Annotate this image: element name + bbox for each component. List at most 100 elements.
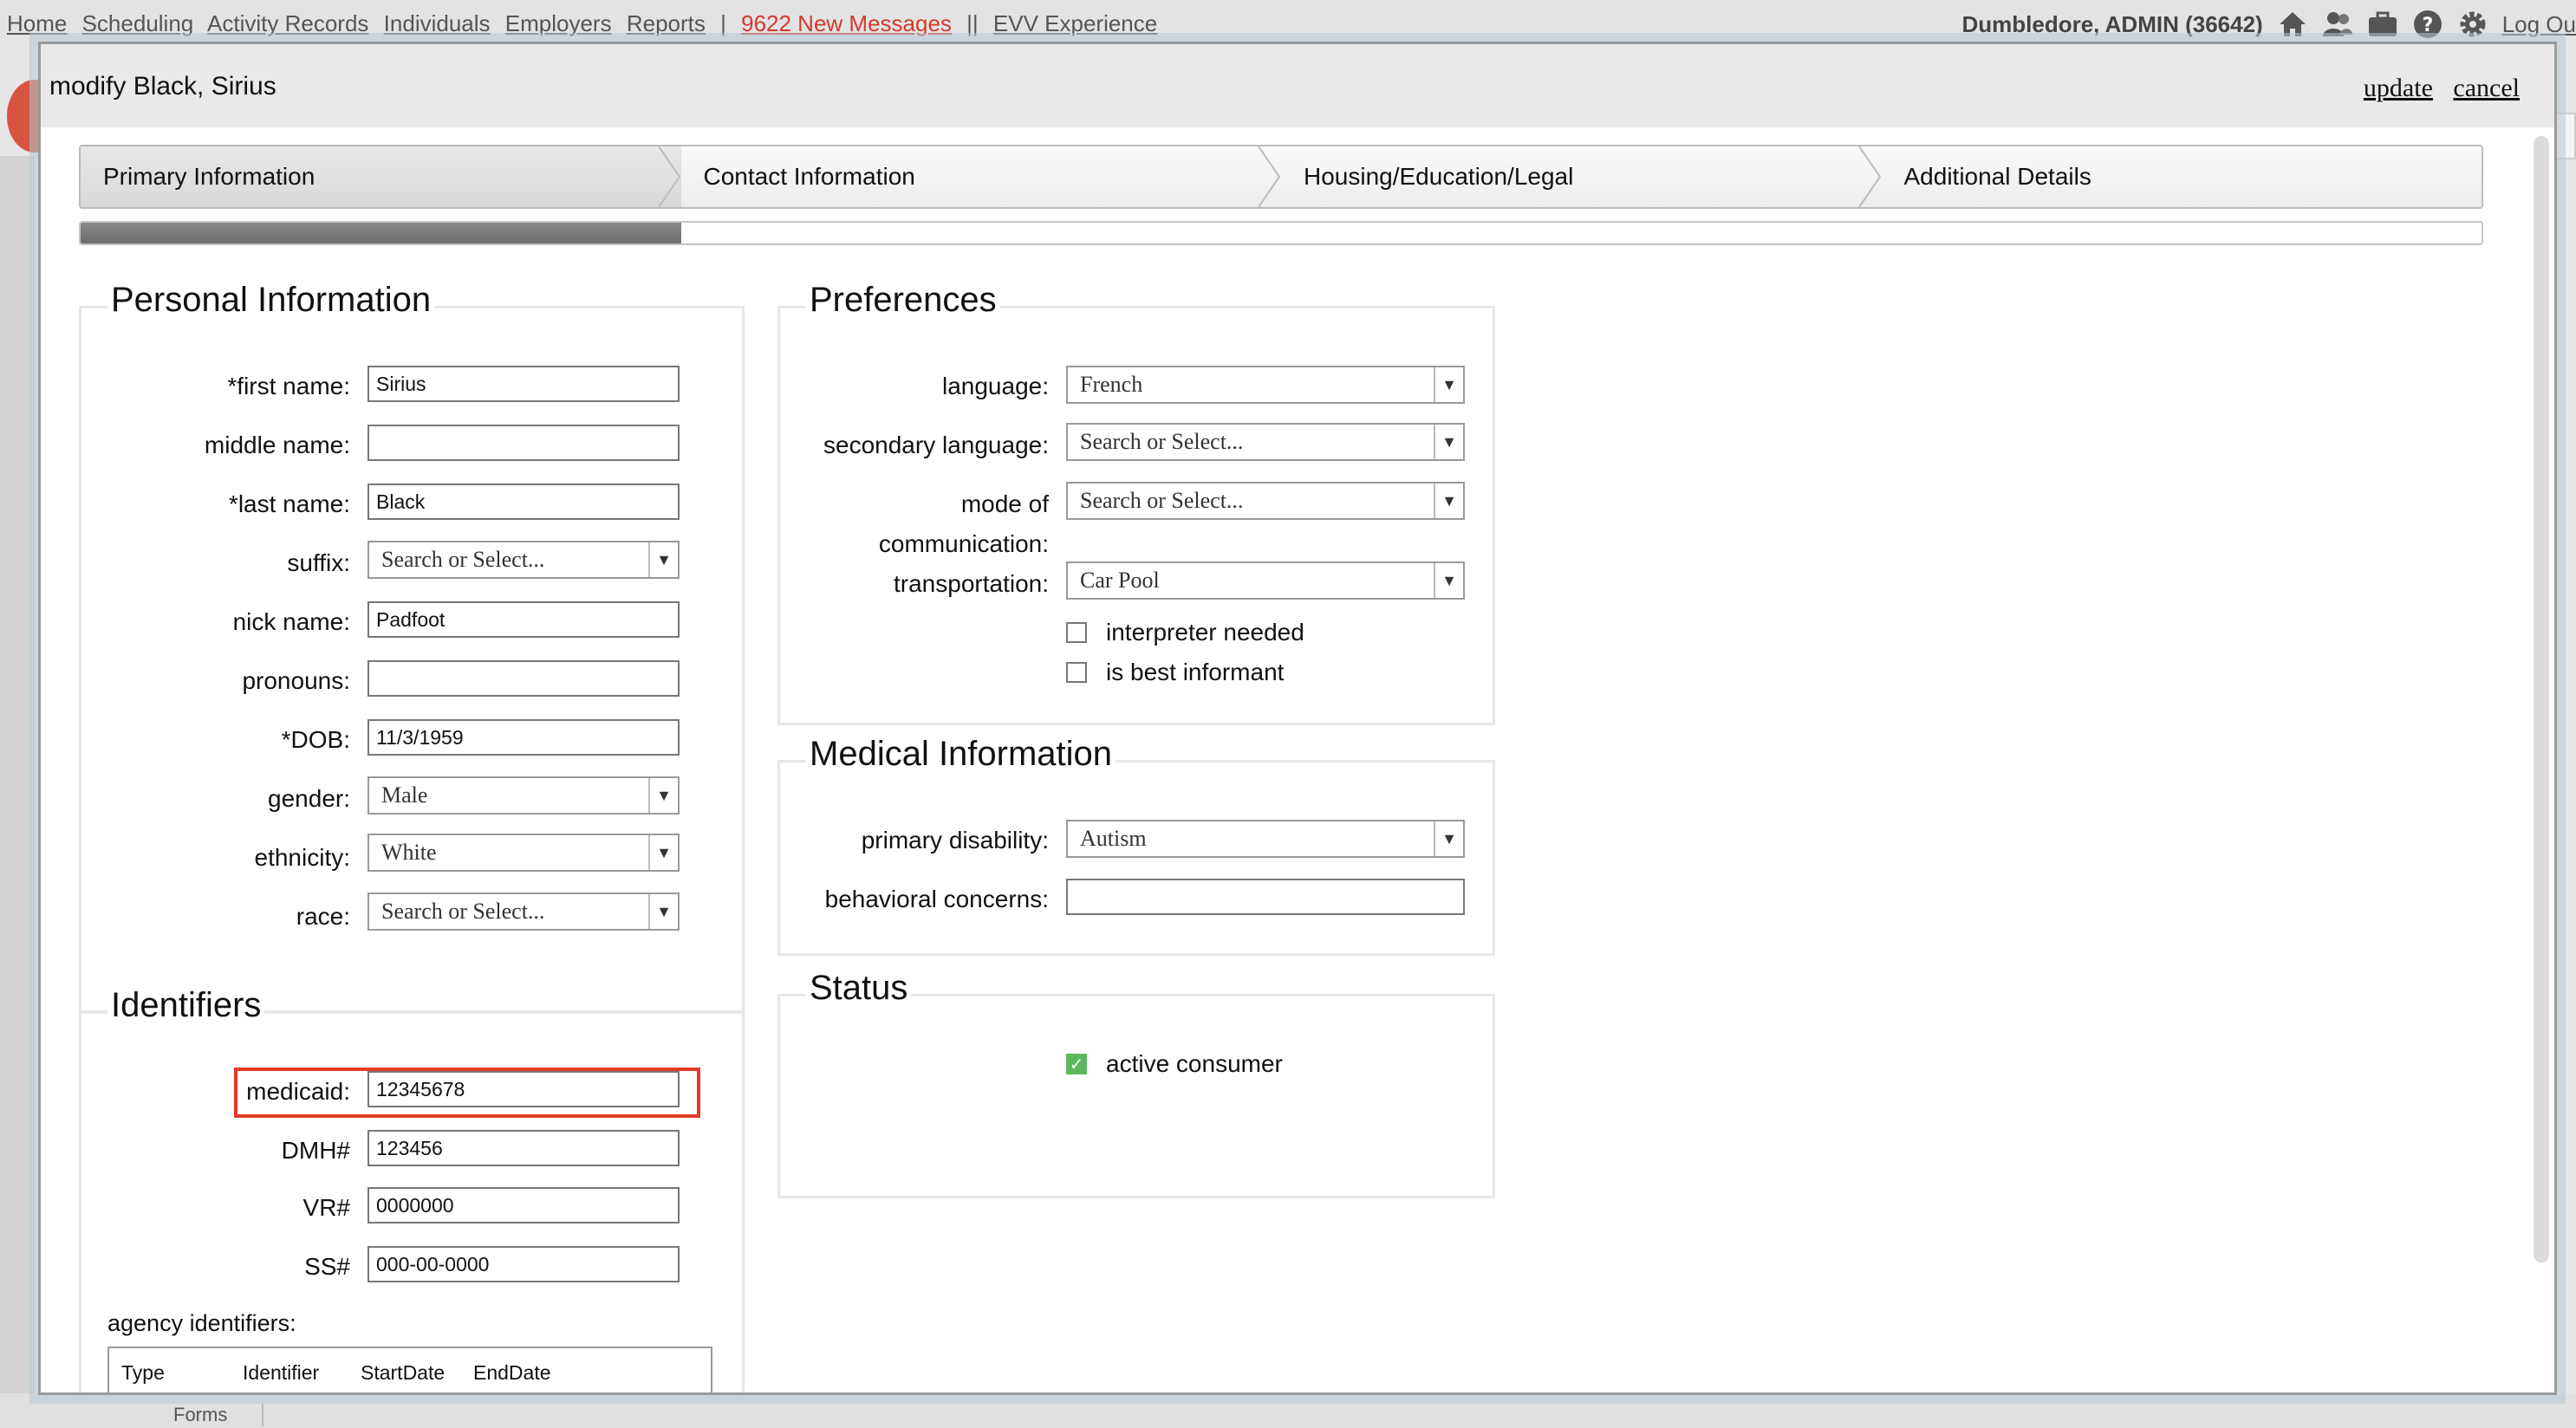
ethnicity-select[interactable]: White ▼ (368, 834, 680, 872)
ethnicity-value: White (381, 840, 437, 865)
nav-employers[interactable]: Employers (505, 10, 612, 36)
best-informant-label: is best informant (1106, 659, 1285, 685)
dialog-title: modify Black, Sirius (49, 72, 276, 101)
pronouns-label: pronouns: (242, 667, 350, 694)
primary-disability-select[interactable]: Autism ▼ (1066, 820, 1465, 858)
interpreter-needed-label: interpreter needed (1106, 619, 1304, 646)
wizard-progress-bar (79, 221, 2483, 245)
transportation-select[interactable]: Car Pool ▼ (1066, 561, 1465, 600)
section-title: Status (806, 969, 912, 1008)
step-contact-information[interactable]: Contact Information (681, 146, 1282, 207)
chevron-down-icon[interactable]: ▼ (1434, 484, 1463, 518)
section-title: Personal Information (107, 281, 435, 320)
briefcase-icon[interactable] (2367, 9, 2398, 40)
nav-activity-records[interactable]: Activity Records (207, 10, 368, 36)
gender-value: Male (381, 782, 428, 808)
first-name-label: *first name: (227, 373, 350, 399)
chevron-right-icon (657, 146, 680, 207)
middle-name-label: middle name: (204, 432, 350, 458)
section-title: Identifiers (107, 986, 265, 1025)
nav-home[interactable]: Home (7, 10, 67, 36)
active-consumer-checkbox[interactable]: ✓ (1066, 1054, 1087, 1074)
nav-evv[interactable]: EVV Experience (993, 10, 1157, 36)
update-link[interactable]: update (2364, 74, 2433, 102)
nav-individuals[interactable]: Individuals (384, 10, 491, 36)
checkmark-icon: ✓ (1069, 1055, 1084, 1074)
dialog-scrollbar[interactable] (2534, 136, 2549, 1262)
help-icon[interactable]: ? (2412, 9, 2443, 40)
chevron-down-icon[interactable]: ▼ (648, 894, 678, 929)
status-section: Status ✓ active consumer (777, 969, 1495, 1198)
secondary-language-select[interactable]: Search or Select... ▼ (1066, 423, 1465, 461)
race-select[interactable]: Search or Select... ▼ (368, 892, 680, 931)
home-icon[interactable] (2277, 9, 2308, 40)
secondary-language-value: Search or Select... (1080, 429, 1244, 454)
agency-identifiers-table: Type Identifier StartDate EndDate (107, 1347, 712, 1392)
chevron-down-icon[interactable]: ▼ (1434, 425, 1463, 459)
dmh-label: DMH# (281, 1137, 350, 1164)
best-informant-checkbox[interactable] (1066, 662, 1087, 683)
chevron-right-icon (1857, 146, 1881, 207)
column-identifier[interactable]: Identifier (243, 1361, 361, 1385)
gender-select[interactable]: Male ▼ (368, 776, 680, 815)
step-additional-details[interactable]: Additional Details (1882, 146, 2482, 207)
vr-input[interactable]: 0000000 (368, 1187, 680, 1224)
race-label: race: (296, 903, 350, 930)
identifiers-section: Identifiers medicaid: 12345678 DMH# 1234… (79, 986, 745, 1392)
primary-disability-label: primary disability: (861, 827, 1049, 854)
pronouns-input[interactable] (368, 660, 680, 697)
forms-tab[interactable]: Forms (139, 1404, 264, 1426)
chevron-down-icon[interactable]: ▼ (1434, 367, 1463, 402)
ss-label: SS# (304, 1253, 350, 1280)
mode-of-communication-select[interactable]: Search or Select... ▼ (1066, 482, 1465, 520)
chevron-down-icon[interactable]: ▼ (648, 835, 678, 870)
dob-label: *DOB: (281, 726, 350, 753)
medicaid-label: medicaid: (246, 1078, 350, 1105)
logout-link[interactable]: Log Ou (2502, 11, 2576, 38)
race-value: Search or Select... (381, 899, 545, 924)
step-label: Housing/Education/Legal (1304, 163, 1574, 190)
column-end-date[interactable]: EndDate (473, 1361, 586, 1385)
mode-of-communication-label-line2: communication: (878, 530, 1049, 557)
current-user: Dumbledore, ADMIN (36642) (1961, 10, 2263, 37)
active-consumer-label: active consumer (1106, 1050, 1283, 1077)
column-start-date[interactable]: StartDate (361, 1361, 473, 1385)
chevron-down-icon[interactable]: ▼ (1434, 821, 1463, 856)
svg-text:?: ? (2422, 15, 2433, 36)
medical-information-section: Medical Information primary disability: … (777, 735, 1495, 956)
language-select[interactable]: French ▼ (1066, 366, 1465, 404)
modify-individual-dialog: modify Black, Sirius update cancel Prima… (38, 42, 2557, 1395)
column-type[interactable]: Type (121, 1361, 243, 1385)
chevron-down-icon[interactable]: ▼ (1434, 563, 1463, 598)
wizard-steps: Primary Information Contact Information … (79, 145, 2483, 209)
users-icon[interactable] (2322, 9, 2353, 40)
step-primary-information[interactable]: Primary Information (81, 146, 681, 207)
first-name-input[interactable]: Sirius (368, 366, 680, 402)
ss-input[interactable]: 000-00-0000 (368, 1246, 680, 1282)
dmh-input[interactable]: 123456 (368, 1130, 680, 1166)
chevron-down-icon[interactable]: ▼ (648, 778, 678, 813)
medicaid-input[interactable]: 12345678 (368, 1071, 680, 1107)
cancel-link[interactable]: cancel (2453, 74, 2520, 102)
step-label: Contact Information (703, 163, 915, 190)
suffix-select[interactable]: Search or Select... ▼ (368, 541, 680, 579)
step-housing-education-legal[interactable]: Housing/Education/Legal (1281, 146, 1882, 207)
nav-reports[interactable]: Reports (627, 10, 706, 36)
nav-scheduling[interactable]: Scheduling (82, 10, 194, 36)
vr-label: VR# (302, 1194, 350, 1221)
top-navigation: Home Scheduling Activity Records Individ… (0, 0, 2576, 40)
nick-name-input[interactable]: Padfoot (368, 601, 680, 638)
dob-input[interactable]: 11/3/1959 (368, 719, 680, 756)
gear-icon[interactable] (2457, 9, 2488, 40)
chevron-down-icon[interactable]: ▼ (648, 542, 678, 577)
step-label: Additional Details (1903, 163, 2091, 190)
behavioral-concerns-input[interactable] (1066, 879, 1465, 915)
last-name-label: *last name: (228, 490, 350, 517)
nick-name-label: nick name: (232, 608, 350, 635)
middle-name-input[interactable] (368, 425, 680, 461)
interpreter-needed-checkbox[interactable] (1066, 622, 1087, 643)
step-label: Primary Information (103, 163, 315, 190)
last-name-input[interactable]: Black (368, 484, 680, 520)
language-value: French (1080, 372, 1143, 397)
nav-messages[interactable]: 9622 New Messages (741, 10, 952, 36)
